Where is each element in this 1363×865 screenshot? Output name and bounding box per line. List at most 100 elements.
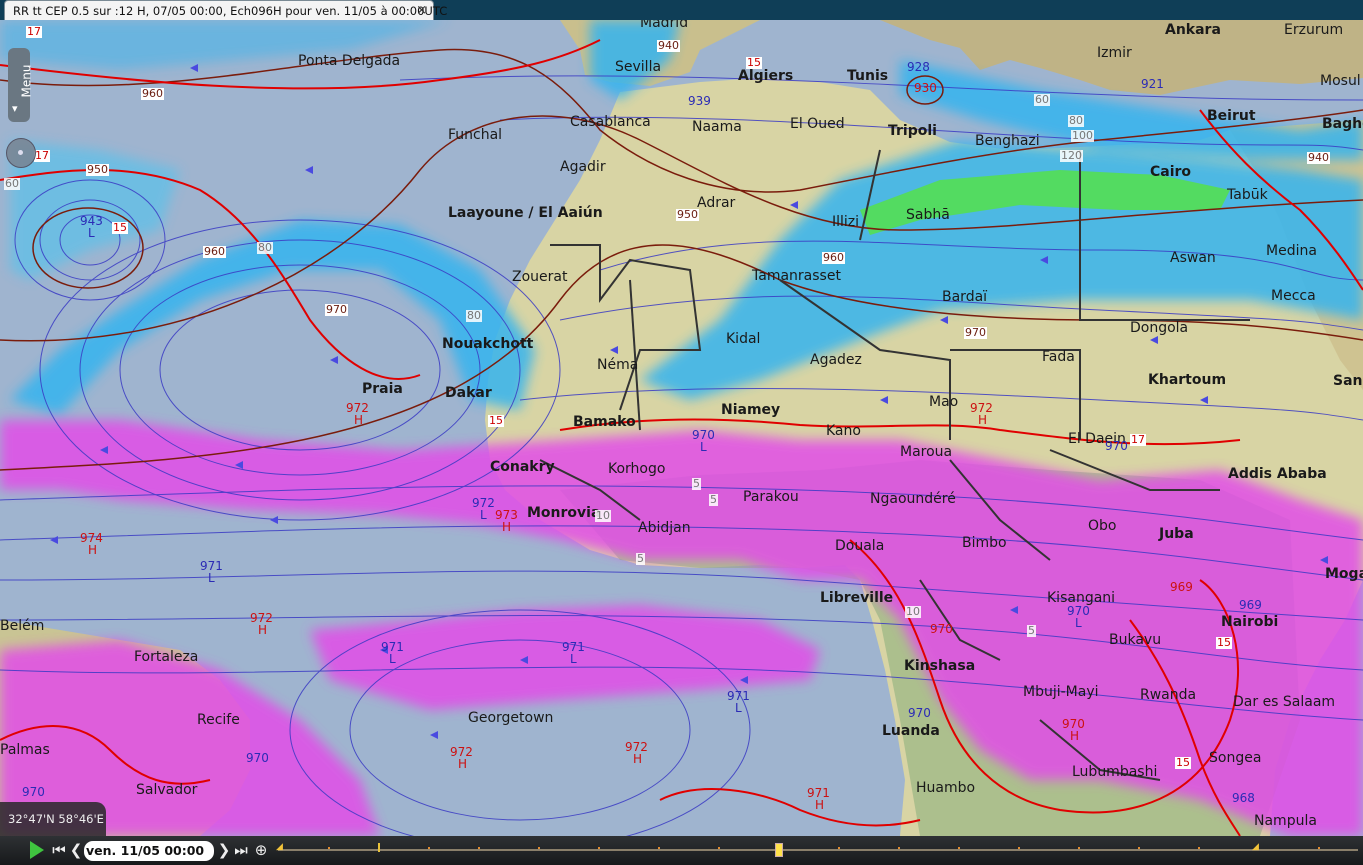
place-label: Sabhā	[906, 207, 950, 223]
place-label: Mbuji-Mayi	[1023, 684, 1099, 700]
timeline-tick	[1018, 847, 1020, 849]
pressure-value: 970	[22, 785, 45, 799]
timeline-tick	[598, 847, 600, 849]
place-label: Madrid	[640, 20, 689, 31]
place-label: Tripoli	[888, 123, 937, 139]
pressure-type: H	[458, 757, 468, 771]
menu-label: Menu	[19, 64, 34, 98]
pressure-type: H	[88, 543, 98, 557]
precip-tag: 60	[1034, 93, 1050, 106]
place-label: Tamanrasset	[752, 268, 841, 284]
pressure-type: H	[258, 623, 268, 637]
place-label: Addis Ababa	[1228, 466, 1327, 482]
place-label: Belém	[0, 618, 45, 634]
isotherm-tag: 15	[1175, 756, 1191, 769]
place-label: Kano	[826, 423, 861, 439]
place-label: Sevilla	[615, 59, 662, 75]
place-label: Naama	[692, 119, 742, 135]
height-tag: 960	[203, 245, 226, 258]
place-label: El Oued	[790, 116, 845, 132]
place-label: Monrovia	[527, 505, 601, 521]
timeline-tick	[538, 847, 540, 849]
place-label: Erzurum	[1284, 22, 1344, 38]
place-label: Niamey	[721, 402, 781, 418]
pressure-type: H	[354, 413, 364, 427]
coordinate-readout: 32°47'N 58°46'E	[0, 802, 106, 836]
place-label: Huambo	[916, 780, 976, 796]
place-label: Douala	[835, 538, 885, 554]
height-tag: 960	[141, 87, 164, 100]
place-label: Aswan	[1170, 250, 1216, 266]
pressure-value: 969	[1170, 580, 1193, 594]
place-label: Tabūk	[1227, 187, 1268, 203]
map-tab[interactable]: RR tt CEP 0.5 sur :12 H, 07/05 00:00, Ec…	[4, 0, 447, 20]
next-frame-button[interactable]: ❯	[218, 840, 231, 860]
height-tag: 940	[657, 39, 680, 52]
place-label: Adrar	[697, 195, 736, 211]
chevron-down-icon: ▾	[12, 102, 18, 115]
close-icon[interactable]: ×	[416, 3, 427, 18]
pressure-value: 970	[930, 622, 953, 636]
height-tag: 950	[676, 208, 699, 221]
place-label: Georgetown	[468, 710, 554, 726]
place-label: Dongola	[1130, 320, 1189, 336]
precip-tag: 5	[636, 552, 645, 565]
pressure-value: 969	[1239, 598, 1262, 612]
place-label: Casablanca	[570, 114, 651, 130]
isotherm-tag: 15	[112, 221, 128, 234]
precip-tag: 10	[595, 509, 611, 522]
menu-button[interactable]: Menu ▾	[8, 48, 34, 122]
pressure-value: 930	[914, 81, 937, 95]
height-tag: 970	[325, 303, 348, 316]
pressure-value: 968	[1232, 791, 1255, 805]
pressure-value: 921	[1141, 77, 1164, 91]
timeline-tick	[478, 847, 480, 849]
weather-map[interactable]: Ponta Delgada Funchal Madrid Sevilla Cas…	[0, 20, 1363, 836]
first-frame-button[interactable]: ⏮	[52, 840, 66, 860]
place-label: Agadir	[560, 159, 606, 175]
place-label: Medina	[1266, 243, 1317, 259]
height-tag: 950	[86, 163, 109, 176]
timeline-knob[interactable]	[775, 843, 783, 857]
place-label: Baghdad	[1322, 116, 1363, 132]
tab-title: RR tt CEP 0.5 sur :12 H, 07/05 00:00, Ec…	[13, 3, 448, 18]
last-frame-button[interactable]: ⏭	[234, 840, 248, 860]
place-label: Praia	[362, 381, 403, 397]
date-field[interactable]: ven. 11/05 00:00	[84, 841, 214, 861]
pressure-type: L	[735, 701, 742, 715]
play-button[interactable]	[26, 840, 48, 860]
place-label: Algiers	[738, 68, 794, 84]
timeline-tick	[658, 847, 660, 849]
place-label: Kisangani	[1047, 590, 1116, 606]
place-label: Bardaï	[942, 289, 988, 305]
timeline-tick	[1198, 847, 1200, 849]
place-label: Dar es Salaam	[1233, 694, 1336, 710]
previous-frame-button[interactable]: ❮	[70, 840, 83, 860]
place-label: Palmas	[0, 742, 50, 758]
place-label: Conakry	[490, 459, 555, 475]
pressure-type: L	[1075, 616, 1082, 630]
pressure-type: H	[815, 798, 825, 812]
timeline-slider[interactable]: ◢ ◢	[276, 842, 1358, 857]
place-label: Funchal	[448, 127, 503, 143]
place-label: Bamako	[573, 414, 636, 430]
timeline-tick	[898, 847, 900, 849]
pressure-type: H	[633, 752, 643, 766]
precip-tag: 80	[466, 309, 482, 322]
place-label: Ankara	[1165, 22, 1221, 38]
height-tag: 960	[822, 251, 845, 264]
timeline-tick	[718, 847, 720, 849]
zoom-icon[interactable]: ⊕	[250, 840, 272, 860]
precip-tag: 60	[4, 177, 20, 190]
place-label: Khartoum	[1148, 372, 1227, 388]
place-label: Illizi	[832, 214, 860, 230]
pan-control[interactable]	[6, 138, 36, 168]
place-label: Abidjan	[638, 520, 691, 536]
pressure-type: L	[88, 226, 95, 240]
place-label: Mosul	[1320, 73, 1361, 89]
precip-tag: 100	[1071, 129, 1094, 142]
isotherm-tag: 15	[488, 414, 504, 427]
place-label: Beirut	[1207, 108, 1256, 124]
place-label: Mao	[929, 394, 959, 410]
place-label: Agadez	[810, 352, 862, 368]
